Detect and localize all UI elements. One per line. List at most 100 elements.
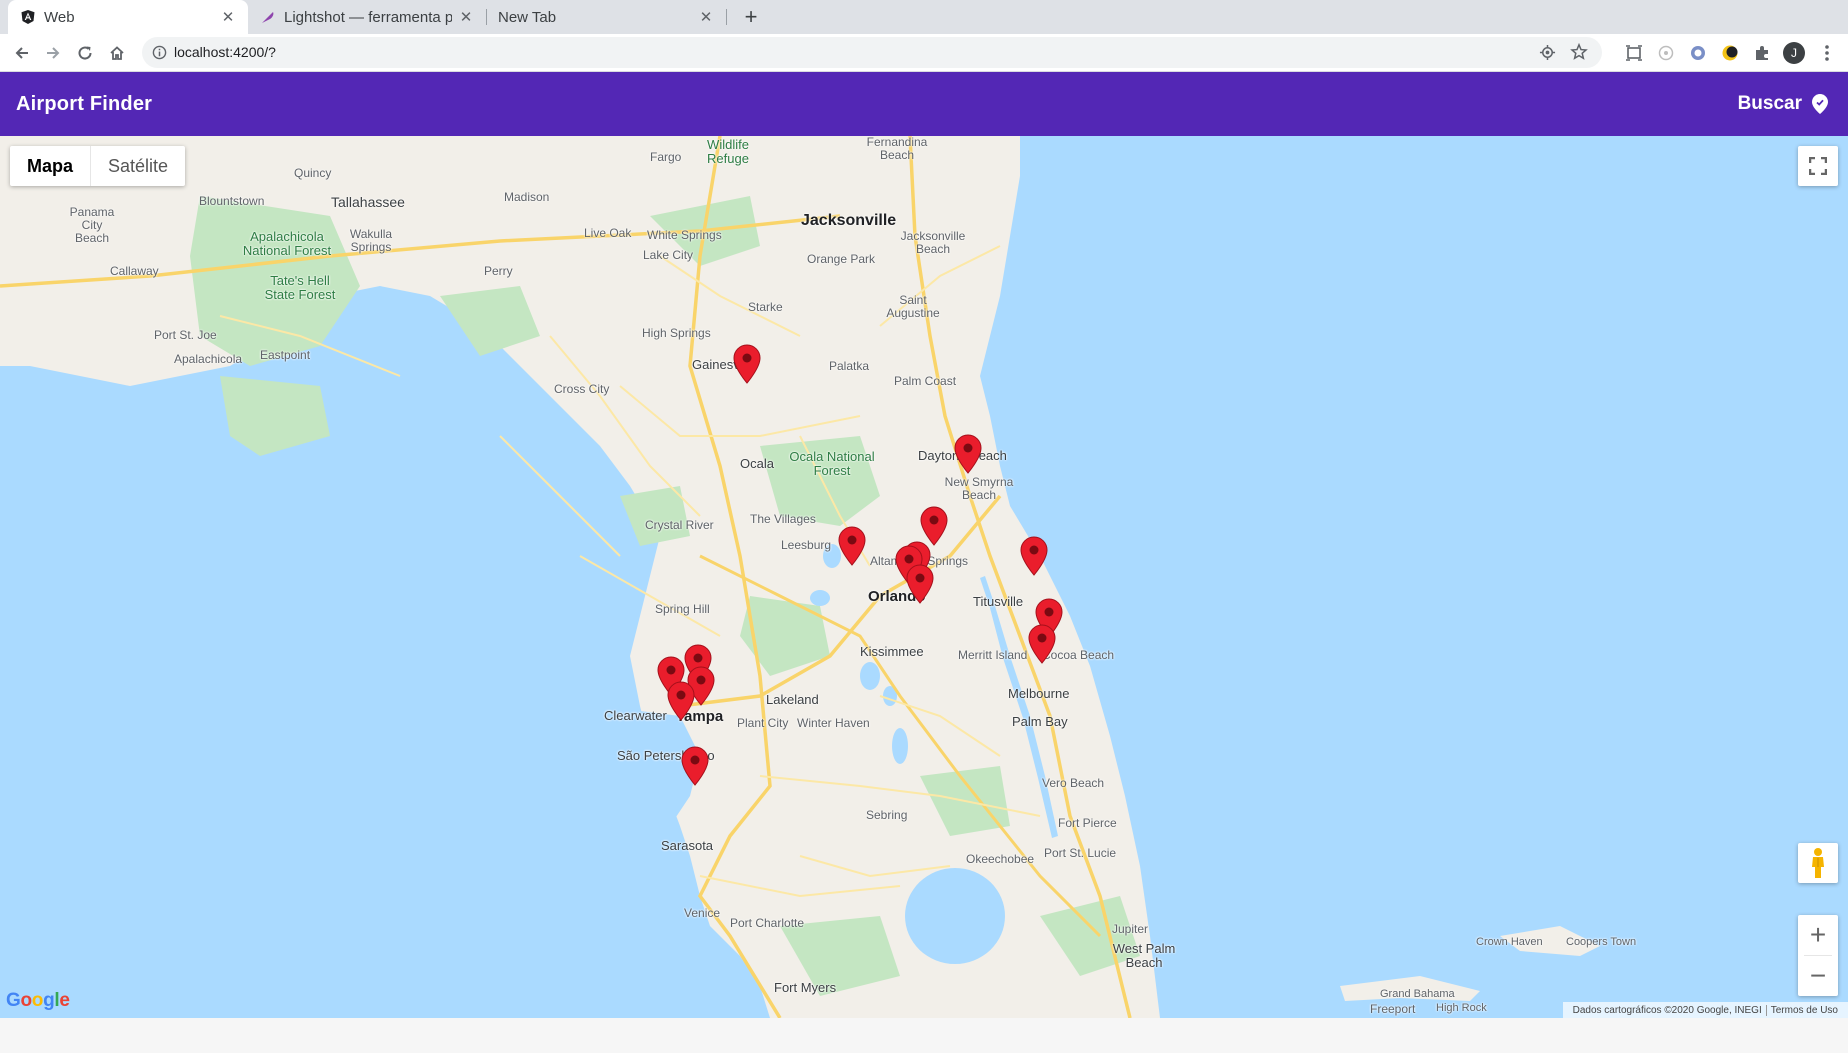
address-bar[interactable]: localhost:4200/? (142, 37, 1602, 68)
attribution-text: Dados cartográficos ©2020 Google, INEGI (1572, 1004, 1762, 1016)
map-label-clearwater: Clearwater (604, 708, 667, 723)
marker-pin-icon (1020, 536, 1048, 576)
reload-button[interactable] (73, 41, 97, 65)
terms-link[interactable]: Termos de Uso (1765, 1004, 1842, 1016)
fullscreen-button[interactable] (1798, 146, 1838, 186)
browser-toolbar: localhost:4200/? J (0, 34, 1848, 72)
extension-button[interactable] (1718, 41, 1742, 65)
screenshot-extension-button[interactable] (1622, 41, 1646, 65)
star-icon (1570, 43, 1588, 60)
tab-lightshot[interactable]: Lightshot — ferramenta p ✕ (248, 0, 486, 34)
feather-icon (260, 9, 276, 25)
zoom-in-button[interactable]: + (1798, 915, 1838, 955)
map-label-winter-haven: Winter Haven (797, 716, 870, 730)
map-label-white-springs: White Springs (647, 228, 722, 242)
airport-marker-sarasota[interactable] (681, 746, 709, 786)
avatar: J (1783, 42, 1805, 64)
map-view[interactable]: Jacksonville Tallahassee Gainesville Orl… (0, 136, 1848, 1018)
browser-tabstrip: Web ✕ Lightshot — ferramenta p ✕ New Tab… (0, 0, 1848, 34)
map-label-apalachicola: Apalachicola (174, 352, 243, 366)
map-label-jacksonville-beach: Jacksonville Beach (900, 229, 966, 256)
map-label-orange-park: Orange Park (807, 252, 876, 266)
lake-okeechobee (905, 868, 1005, 964)
location-target-icon (1539, 44, 1556, 61)
map-label-fernandina: Fernandina Beach (866, 136, 928, 162)
back-button[interactable] (10, 41, 34, 65)
map-label-grand-bahama: Grand Bahama (1380, 988, 1455, 1000)
map-type-control: Mapa Satélite (10, 146, 186, 186)
map-label-okeechobee: Okeechobee (966, 852, 1035, 866)
map-label-sarasota: Sarasota (661, 838, 714, 853)
map-label-sebring: Sebring (866, 808, 908, 822)
map-label-starke: Starke (748, 300, 783, 314)
map-label-titusville: Titusville (973, 594, 1024, 609)
home-button[interactable] (105, 41, 129, 65)
map-label-eastpoint: Eastpoint (260, 348, 311, 362)
map-label-tallahassee: Tallahassee (331, 194, 405, 210)
map-label-merritt-island: Merritt Island (958, 648, 1028, 662)
map-label-freeport: Freeport (1370, 1002, 1416, 1016)
map-label-the-villages: The Villages (750, 512, 816, 526)
map-label-crystal-river: Crystal River (645, 518, 714, 532)
fullscreen-icon (1809, 157, 1827, 175)
airport-marker-melbourne[interactable] (1028, 624, 1056, 664)
airport-marker-orlando-kissimmee[interactable] (906, 564, 934, 604)
map-type-satellite-button[interactable]: Satélite (90, 146, 185, 186)
extensions-button[interactable] (1750, 41, 1774, 65)
lake (892, 728, 908, 764)
map-label-leesburg: Leesburg (781, 538, 832, 552)
extension-button[interactable] (1654, 41, 1678, 65)
home-icon (110, 46, 124, 60)
new-tab-button[interactable]: + (738, 4, 764, 30)
map-label-fort-pierce: Fort Pierce (1058, 816, 1117, 830)
map-type-map-button[interactable]: Mapa (10, 146, 90, 186)
zoom-control: + − (1798, 915, 1838, 996)
airport-marker-st-pete[interactable] (667, 681, 695, 721)
marker-pin-icon (681, 746, 709, 786)
app-title: Airport Finder (16, 93, 153, 115)
url-text: localhost:4200/? (174, 44, 276, 60)
map-label-crown-haven: Crown Haven (1476, 936, 1543, 948)
page-footer-area (0, 1018, 1848, 1053)
google-logo[interactable]: Google (6, 990, 70, 1012)
map-label-wildlife-refuge: Wildlife Refuge (707, 137, 749, 166)
airport-marker-sanford[interactable] (920, 506, 948, 546)
profile-button[interactable]: J (1782, 41, 1806, 65)
pegman-icon (1812, 848, 1824, 878)
marker-pin-icon (1028, 624, 1056, 664)
location-pin-icon (1812, 94, 1828, 114)
moon-icon (1722, 45, 1738, 61)
app-toolbar: Airport Finder Buscar (0, 72, 1848, 136)
airport-marker-daytona[interactable] (954, 434, 982, 474)
extension-icon (1691, 46, 1705, 60)
extension-button[interactable] (1686, 41, 1710, 65)
map-label-high-rock: High Rock (1436, 1002, 1487, 1014)
tab-web[interactable]: Web ✕ (8, 0, 248, 34)
map-label-vero-beach: Vero Beach (1042, 776, 1105, 790)
tab-divider (726, 9, 727, 25)
airport-marker-gainesville[interactable] (733, 344, 761, 384)
map-label-quincy: Quincy (294, 166, 332, 180)
street-view-button[interactable] (1798, 843, 1838, 883)
tab-new-tab[interactable]: New Tab ✕ (486, 0, 726, 34)
info-icon (152, 45, 167, 60)
map-label-palm-coast: Palm Coast (894, 374, 957, 388)
search-button[interactable]: Buscar (1730, 86, 1832, 122)
map-attribution: Dados cartográficos ©2020 Google, INEGI … (1562, 1002, 1848, 1018)
menu-button[interactable] (1815, 41, 1839, 65)
map-label-new-smyrna: New Smyrna Beach (944, 475, 1014, 502)
airport-marker-leesburg[interactable] (838, 526, 866, 566)
close-icon[interactable]: ✕ (698, 8, 714, 26)
screenshot-icon (1626, 45, 1642, 61)
tab-title: Lightshot — ferramenta p (284, 8, 452, 26)
map-label-port-st-lucie: Port St. Lucie (1044, 846, 1117, 860)
close-icon[interactable]: ✕ (458, 8, 474, 26)
puzzle-icon (1756, 46, 1768, 60)
zoom-out-button[interactable]: − (1798, 956, 1838, 996)
reload-icon (78, 46, 92, 60)
map-label-perry: Perry (484, 264, 513, 278)
close-icon[interactable]: ✕ (220, 8, 236, 26)
marker-pin-icon (920, 506, 948, 546)
airport-marker-titusville[interactable] (1020, 536, 1048, 576)
forward-button[interactable] (41, 41, 65, 65)
